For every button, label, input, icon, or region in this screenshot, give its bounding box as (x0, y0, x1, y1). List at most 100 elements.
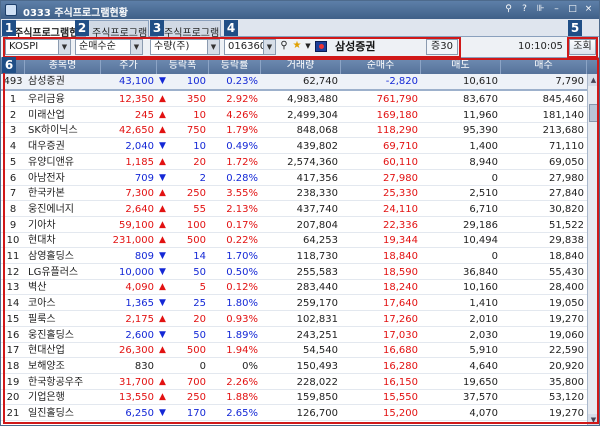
table-row[interactable]: 14 코아스 1,365 25 ▼ 1.80% 259,170 17,640 1,410 19,0… (1, 296, 587, 312)
table-row[interactable]: 4 대우증권 2,040 10 ▼ 0.49% 439,802 69,710 1,400 71,1… (1, 139, 587, 155)
scroll-down-icon[interactable]: ▼ (588, 414, 599, 425)
table-row[interactable]: 13 벽산 4,090 5 ▲ 0.12% 283,440 18,240 10,160 28,40… (1, 280, 587, 296)
cell-name: 현대차 (28, 235, 56, 247)
cell-name: SK하이닉스 (28, 125, 78, 137)
table-row[interactable]: 18 보해양조 830 0 0% 150,493 16,280 4,640 20,920 (1, 359, 587, 374)
cell-name: 일진홀딩스 (28, 408, 74, 419)
sort-value: 순매수순 (79, 41, 116, 52)
cell-buy: 71,110 (549, 141, 584, 153)
table-row[interactable]: 21 일진홀딩스 6,250 170 ▼ 2.65% 126,700 15,200 4,070 1… (1, 406, 587, 421)
arrow-up-icon: ▲ (159, 313, 166, 324)
cell-price: 2,640 (125, 203, 154, 215)
tab-program-daily[interactable]: 주식프로그램일자별 (85, 20, 149, 37)
star-icon[interactable]: ★ (291, 39, 303, 55)
scroll-thumb[interactable] (589, 104, 598, 122)
col-header-volume[interactable]: 거래량 (261, 58, 341, 74)
cell-net: 16,150 (383, 376, 418, 388)
col-header-price[interactable]: 주가 (101, 58, 157, 74)
cell-rank: 16 (6, 329, 20, 341)
arrow-up-icon: ▲ (159, 109, 166, 120)
col-header-rate[interactable]: 등락률 (209, 58, 261, 74)
search-icon[interactable]: ⚲ (278, 39, 290, 55)
cell-volume: 255,583 (296, 266, 338, 278)
cell-rate: 1.70% (226, 251, 258, 262)
table-row[interactable]: 11 삼영홀딩스 809 14 ▼ 1.70% 118,730 18,840 0 18,840 (1, 249, 587, 264)
vertical-scrollbar[interactable]: ▲ ▼ (587, 74, 599, 425)
cell-volume: 238,330 (296, 188, 338, 200)
col-header-buy[interactable]: 매수 (501, 58, 587, 74)
cell-price: 4,090 (125, 282, 154, 294)
cell-rate: 0.28% (226, 172, 258, 184)
cell-volume: 4,983,480 (287, 94, 338, 105)
close-icon[interactable]: × (582, 3, 595, 16)
cell-rate: 2.13% (226, 203, 258, 215)
arrow-down-icon: ▼ (159, 266, 166, 277)
table-row[interactable]: 16 웅진홀딩스 2,600 50 ▼ 1.89% 243,251 17,030 2,030 19… (1, 328, 587, 343)
cell-rank: 8 (9, 203, 17, 215)
window-title: 0333 주식프로그램현황 (23, 8, 128, 19)
cell-sell: 10,610 (463, 76, 498, 87)
cell-rate: 0.50% (226, 266, 258, 278)
app-icon (5, 4, 17, 16)
cell-buy: 27,980 (549, 172, 584, 184)
table-row[interactable]: 9 기아차 59,100 100 ▲ 0.17% 207,804 22,336 29,186 51… (1, 218, 587, 233)
arrow-up-icon: ▲ (159, 188, 166, 199)
table-row[interactable]: 2 미래산업 245 10 ▲ 4.26% 2,499,304 169,180 11,960 18… (1, 108, 587, 123)
cell-sell: 37,570 (463, 392, 498, 404)
cell-rate: 1.94% (226, 345, 258, 357)
cell-rate: 0.17% (226, 219, 258, 231)
query-button[interactable]: 조회 (569, 39, 596, 55)
col-header-sell[interactable]: 매도 (421, 58, 501, 74)
summary-row[interactable]: 493 삼성증권 43,100 100 ▼ 0.23% 62,740 -2,820 10,610… (1, 74, 587, 91)
scroll-up-icon[interactable]: ▲ (588, 74, 599, 86)
tab-program-status[interactable]: 주식프로그램현황 (7, 20, 77, 37)
help-icon[interactable]: ? (518, 3, 531, 16)
marker-4: 4 (224, 20, 238, 36)
table-row[interactable]: 8 웅진에너지 2,640 55 ▲ 2.13% 437,740 24,110 6,710 30,… (1, 202, 587, 217)
cell-buy: 19,270 (549, 313, 584, 325)
pin-icon[interactable]: ⚲ (502, 3, 515, 16)
table-row[interactable]: 17 현대산업 26,300 500 ▲ 1.94% 54,540 16,680 5,910 22… (1, 343, 587, 359)
cell-rank: 14 (6, 298, 20, 310)
marker-3: 3 (150, 20, 164, 36)
table-row[interactable]: 20 기업은행 13,550 250 ▲ 1.88% 159,850 15,550 37,570… (1, 390, 587, 406)
cell-rate: 0.93% (226, 313, 258, 325)
maximize-icon[interactable]: □ (566, 3, 579, 16)
chevron-down-icon[interactable]: ▼ (303, 39, 313, 55)
cell-rate: 2.65% (226, 408, 258, 419)
table-row[interactable]: 19 한국항공우주 31,700 700 ▲ 2.26% 228,022 16,150 19,6… (1, 375, 587, 390)
stock-code-input[interactable]: 016360 ▼ (224, 39, 276, 55)
table-row[interactable]: 15 필룩스 2,175 20 ▲ 0.93% 102,831 17,260 2,010 19,2… (1, 312, 587, 327)
col-header-change[interactable]: 등락폭 (157, 58, 209, 74)
table-row[interactable]: 1 우리금융 12,350 350 ▲ 2.92% 4,983,480 761,790 83,6… (1, 92, 587, 107)
cell-price: 1,365 (125, 298, 154, 310)
cell-volume: 848,068 (296, 125, 338, 137)
cell-buy: 69,050 (549, 156, 584, 168)
minimize-icon[interactable]: – (550, 3, 563, 16)
cell-rate: 1.88% (226, 392, 258, 404)
table-row[interactable]: 3 SK하이닉스 42,650 750 ▲ 1.79% 848,068 118,290 95,3… (1, 123, 587, 139)
table-row[interactable]: 5 유양디앤유 1,185 20 ▲ 1.72% 2,574,360 60,110 8,940 6… (1, 155, 587, 170)
chevron-down-icon: ▼ (130, 40, 142, 54)
sort-select[interactable]: 순매수순 ▼ (75, 39, 143, 55)
table-row[interactable]: 12 LG유플러스 10,000 50 ▼ 0.50% 255,583 18,590 36,84… (1, 265, 587, 280)
cell-rank: 7 (9, 188, 17, 200)
tab-program-time[interactable]: 주식프로그램시간별 (157, 20, 221, 37)
col-header-net[interactable]: 순매수 (341, 58, 421, 74)
cell-rank: 19 (6, 376, 20, 388)
cell-price: 31,700 (119, 376, 154, 388)
market-select[interactable]: KOSPI ▼ (5, 39, 71, 55)
col-header-name[interactable]: 종목명 (25, 58, 101, 74)
arrow-down-icon: ▼ (159, 76, 166, 86)
table-row[interactable]: 6 아남전자 709 2 ▼ 0.28% 417,356 27,980 0 27,980 (1, 171, 587, 186)
table-row[interactable]: 7 한국카본 7,300 250 ▲ 3.55% 238,330 25,330 2,510 27,… (1, 186, 587, 202)
arrow-up-icon: ▲ (159, 203, 166, 214)
cell-buy: 19,050 (549, 298, 584, 310)
cell-buy: 213,680 (542, 125, 584, 137)
layout-icon[interactable]: ⊪ (534, 3, 547, 16)
chevron-down-icon: ▼ (263, 40, 275, 54)
table-row[interactable]: 10 현대차 231,000 500 ▲ 0.22% 64,253 19,344 10,494 2… (1, 233, 587, 249)
cell-volume: 64,253 (303, 235, 338, 247)
cell-volume: 2,574,360 (287, 156, 338, 168)
unit-select[interactable]: 수량(주) ▼ (150, 39, 220, 55)
